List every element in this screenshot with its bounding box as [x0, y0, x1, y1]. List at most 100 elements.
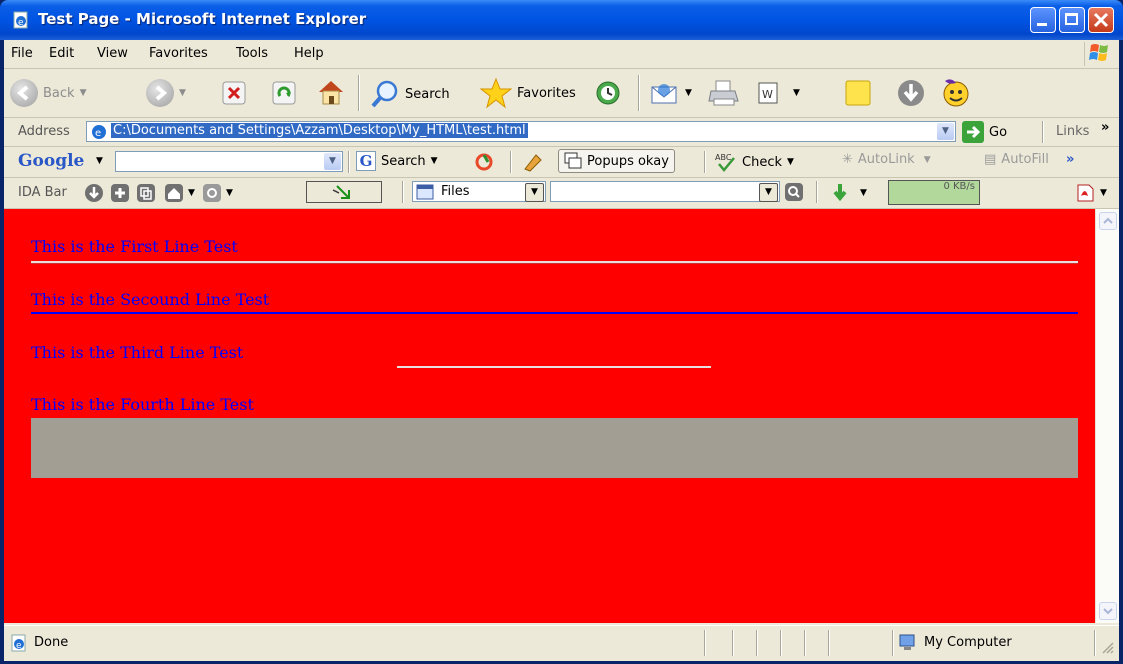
- status-bar: e Done My Computer: [4, 625, 1119, 661]
- google-search-button[interactable]: G Search ▼: [356, 151, 438, 171]
- word-edit-icon: W: [758, 82, 778, 104]
- ida-add-icon[interactable]: [110, 183, 130, 203]
- menu-file[interactable]: File: [11, 46, 33, 61]
- edit-button[interactable]: W ▼: [756, 81, 800, 105]
- ida-url-dropdown-icon[interactable]: ▼: [759, 183, 778, 202]
- menu-view[interactable]: View: [97, 46, 128, 61]
- spellcheck-icon: ABC: [715, 153, 735, 172]
- menu-edit[interactable]: Edit: [49, 46, 74, 61]
- messenger-button[interactable]: [939, 75, 973, 109]
- check-label: Check: [742, 154, 782, 170]
- autolink-button[interactable]: ✳ AutoLink ▼: [842, 152, 931, 167]
- autolink-icon: ✳: [842, 152, 853, 167]
- mail-icon: [651, 84, 677, 104]
- mail-button[interactable]: ▼: [650, 79, 692, 107]
- ida-url-input[interactable]: ▼: [550, 181, 780, 202]
- files-dropdown-icon[interactable]: ▼: [525, 183, 544, 202]
- google-toolbar: Google ▼ ▼ G Search ▼ Popups okay ABC Ch…: [4, 147, 1119, 178]
- links-chevron-icon[interactable]: »: [1101, 120, 1109, 135]
- back-button[interactable]: Back ▼: [10, 79, 86, 107]
- ida-files-select[interactable]: Files ▼: [412, 181, 546, 202]
- google-search-input[interactable]: ▼: [115, 151, 343, 172]
- ie-page-icon: e: [13, 11, 28, 29]
- window-title: Test Page - Microsoft Internet Explorer: [38, 10, 367, 28]
- history-button[interactable]: [594, 79, 622, 107]
- pdf-dropdown-icon[interactable]: ▼: [1100, 188, 1107, 198]
- ida-copy-icon[interactable]: [136, 183, 156, 203]
- close-button[interactable]: [1088, 7, 1114, 33]
- address-bar: Address e C:\Documents and Settings\Azza…: [4, 118, 1119, 147]
- google-search-label: Search: [381, 153, 426, 169]
- go-label: Go: [989, 124, 1008, 140]
- search-button[interactable]: Search: [370, 79, 450, 109]
- go-button[interactable]: Go: [962, 121, 1007, 143]
- title-bar[interactable]: e Test Page - Microsoft Internet Explore…: [0, 0, 1123, 40]
- browser-window: e Test Page - Microsoft Internet Explore…: [0, 0, 1123, 664]
- pdf-icon[interactable]: [1074, 182, 1096, 204]
- home-icon: [319, 81, 343, 105]
- fourth-line-text: This is the Fourth Line Test: [31, 395, 254, 414]
- download-button[interactable]: [896, 78, 926, 108]
- popups-okay-button[interactable]: Popups okay: [558, 149, 675, 173]
- minimize-button[interactable]: [1030, 7, 1056, 33]
- google-logo[interactable]: Google: [18, 151, 84, 171]
- maximize-button[interactable]: [1059, 7, 1085, 33]
- ida-download-icon[interactable]: [84, 183, 104, 203]
- favorites-button[interactable]: Favorites: [480, 77, 576, 109]
- google-more-chevron-icon[interactable]: »: [1066, 152, 1074, 167]
- gray-box: [31, 418, 1078, 478]
- refresh-icon: [272, 81, 296, 105]
- menu-favorites[interactable]: Favorites: [149, 46, 208, 61]
- ida-settings-icon[interactable]: [202, 183, 222, 203]
- ida-toolbar: IDA Bar ▼ ▼ Files ▼ ▼ ▼ 0 KB/s ▼: [4, 178, 1119, 209]
- ida-home-icon[interactable]: [164, 183, 184, 203]
- speed-meter: 0 KB/s: [888, 180, 980, 205]
- scroll-up-arrow-icon[interactable]: [1099, 212, 1117, 230]
- page-done-icon: e: [11, 634, 26, 652]
- back-label: Back: [43, 85, 75, 101]
- ida-green-download-icon[interactable]: [830, 182, 850, 202]
- autofill-button[interactable]: ▤ AutoFill: [984, 152, 1049, 167]
- menu-help[interactable]: Help: [294, 46, 324, 61]
- status-text: Done: [34, 635, 69, 650]
- spell-check-button[interactable]: ABC Check ▼: [715, 152, 794, 172]
- address-input[interactable]: e C:\Documents and Settings\Azzam\Deskto…: [86, 121, 956, 142]
- go-arrow-icon: [962, 121, 984, 143]
- pagerank-icon[interactable]: [474, 152, 494, 172]
- print-button[interactable]: [708, 79, 740, 107]
- ida-settings-dropdown-icon[interactable]: ▼: [226, 188, 233, 198]
- scroll-down-arrow-icon[interactable]: [1099, 602, 1117, 620]
- vertical-scrollbar[interactable]: [1095, 209, 1119, 623]
- files-icon: [416, 184, 434, 200]
- page-icon: e: [92, 125, 106, 139]
- google-menu-arrow-icon[interactable]: ▼: [96, 156, 103, 166]
- zone-text: My Computer: [924, 635, 1012, 650]
- menu-bar: File Edit View Favorites Tools Help: [4, 40, 1119, 69]
- stop-button[interactable]: [222, 81, 246, 105]
- page-content: This is the First Line Test This is the …: [4, 209, 1095, 623]
- refresh-button[interactable]: [272, 81, 296, 105]
- divider-3: [397, 366, 711, 368]
- third-line-text: This is the Third Line Test: [31, 343, 244, 362]
- divider-1: [31, 261, 1078, 264]
- favorites-label: Favorites: [517, 85, 576, 101]
- note-button[interactable]: [844, 79, 872, 107]
- links-label[interactable]: Links: [1056, 124, 1089, 139]
- ida-home-dropdown-icon[interactable]: ▼: [188, 188, 195, 198]
- home-button[interactable]: [316, 78, 346, 106]
- stop-icon: [222, 81, 246, 105]
- popup-blocker-icon[interactable]: [522, 151, 544, 173]
- google-g-icon: G: [356, 151, 376, 171]
- resize-grip-icon[interactable]: [1100, 640, 1114, 654]
- ida-grab-button[interactable]: [306, 181, 382, 203]
- address-dropdown-icon[interactable]: ▼: [937, 123, 954, 140]
- ida-green-dropdown-icon[interactable]: ▼: [860, 188, 867, 198]
- address-url: C:\Documents and Settings\Azzam\Desktop\…: [111, 123, 528, 138]
- menu-tools[interactable]: Tools: [236, 46, 268, 61]
- ida-search-icon[interactable]: [784, 182, 804, 202]
- svg-text:e: e: [18, 18, 24, 28]
- forward-button[interactable]: ▼: [146, 79, 186, 107]
- popups-okay-label: Popups okay: [587, 153, 669, 169]
- svg-text:e: e: [95, 128, 101, 139]
- google-search-dropdown-icon[interactable]: ▼: [324, 153, 341, 170]
